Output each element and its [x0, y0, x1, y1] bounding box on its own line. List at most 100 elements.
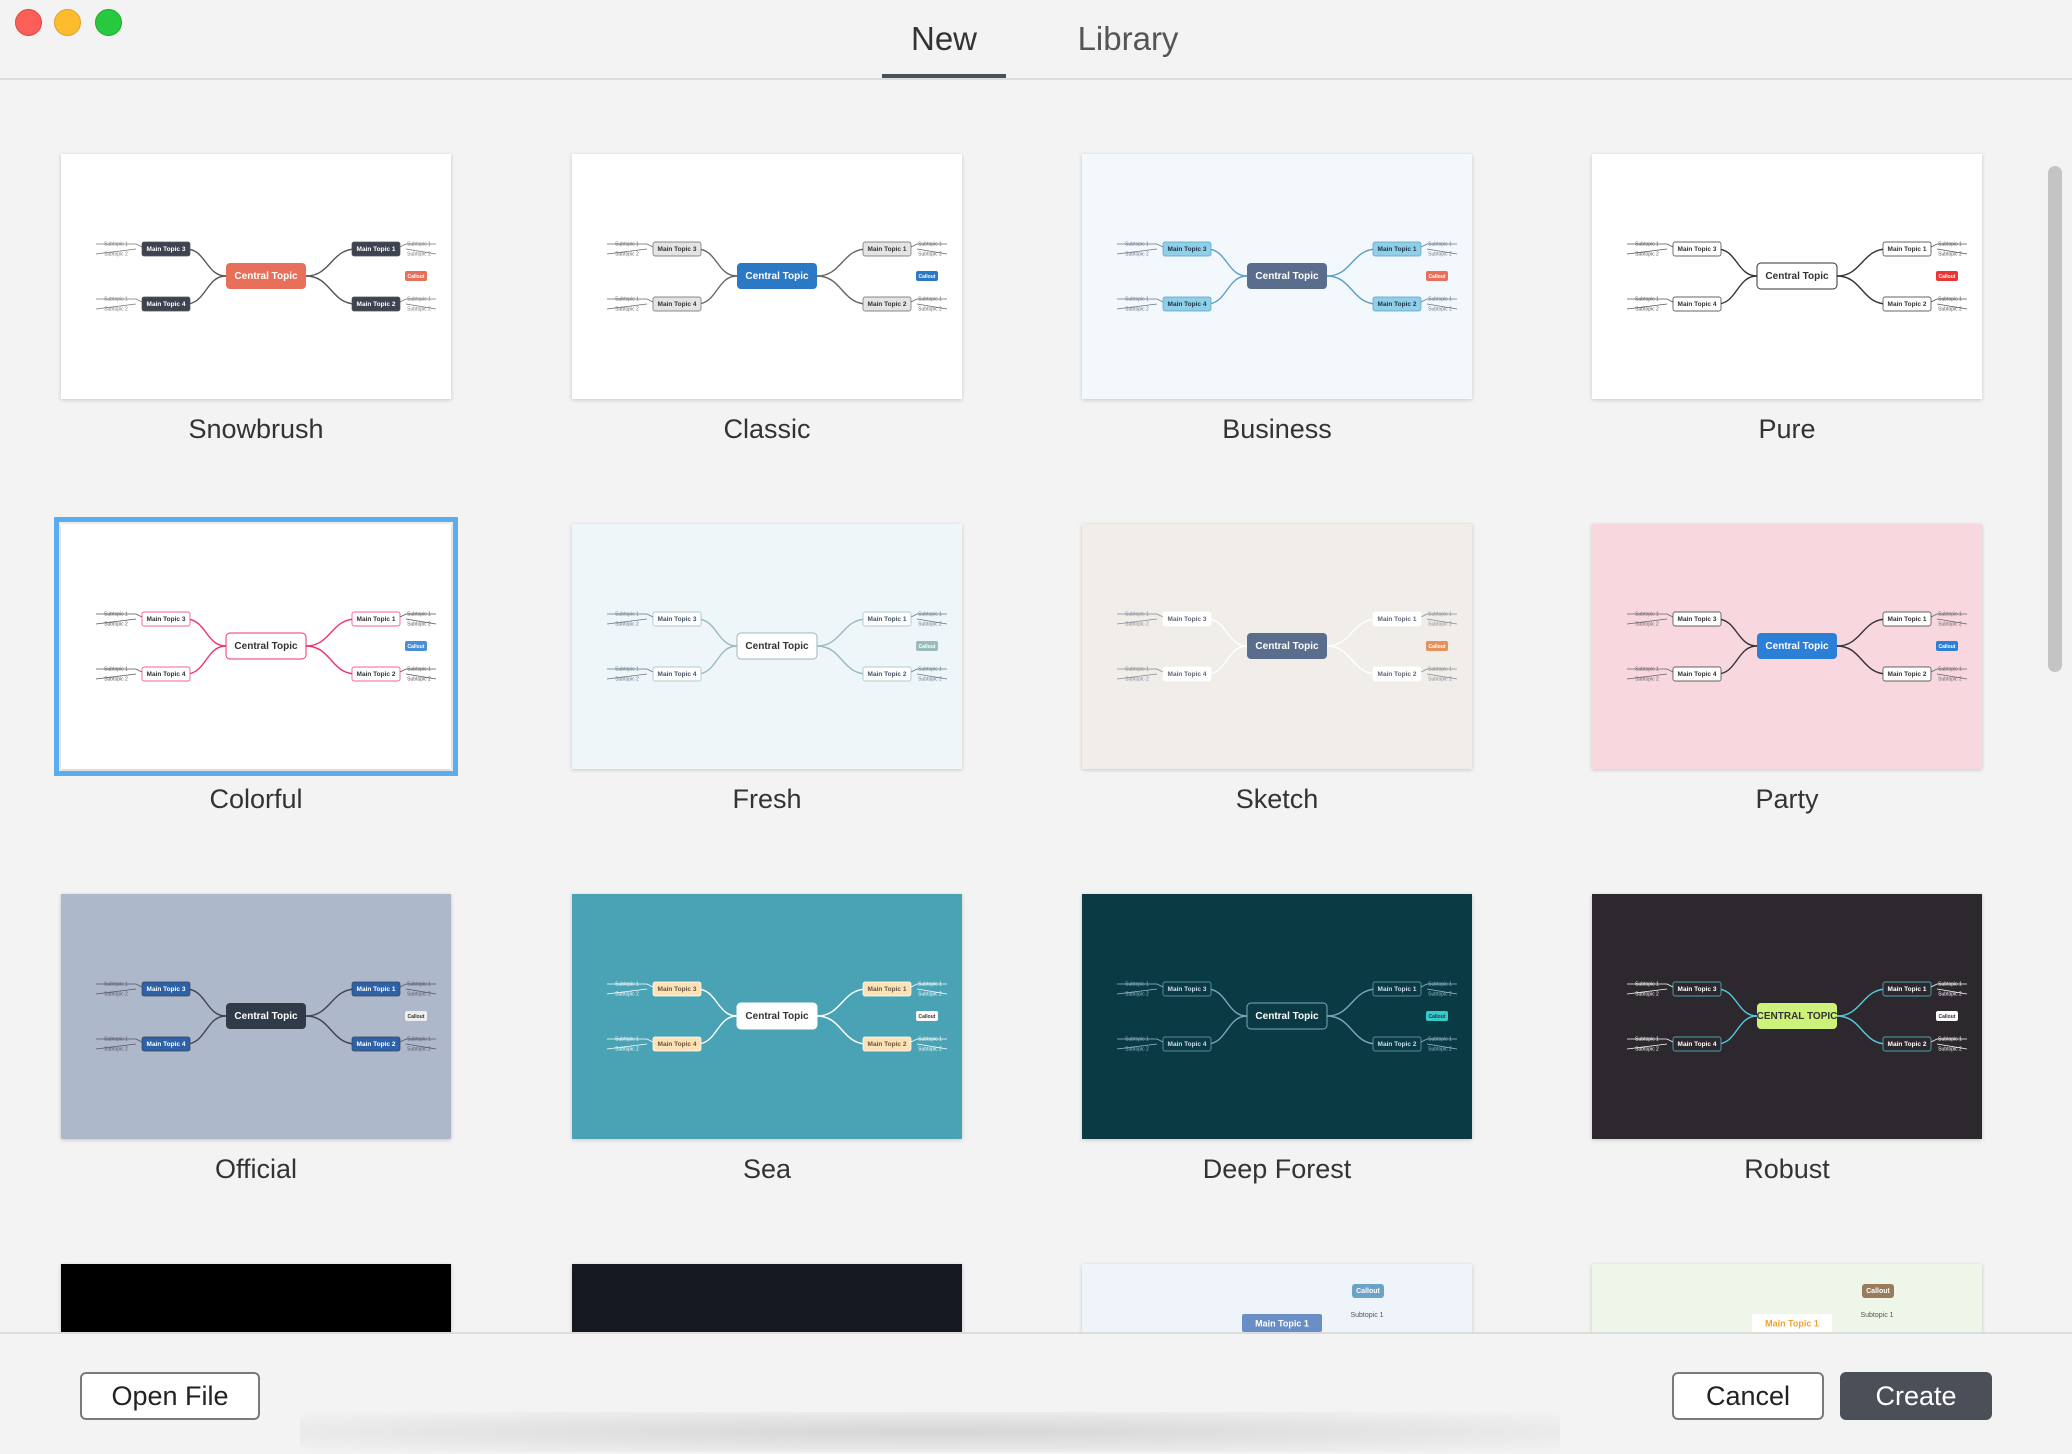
tab-new[interactable]: New — [882, 18, 1006, 78]
template-card-partial[interactable] — [572, 1264, 962, 1332]
callout-label: Callout — [1939, 274, 1956, 280]
main-topic-3: Main Topic 3 — [658, 986, 697, 993]
template-card-robust[interactable]: Main Topic 3 Main Topic 4 Main Topic 1 Main… — [1592, 894, 1982, 1139]
template-card-fresh[interactable]: Main Topic 3 Main Topic 4 Main Topic 1 Main… — [572, 524, 962, 769]
callout-label: Callout — [408, 644, 425, 650]
subtopic-label: Subtopic 2 — [407, 251, 431, 257]
template-card-party[interactable]: Main Topic 3 Main Topic 4 Main Topic 1 Main… — [1592, 524, 1982, 769]
callout-label: Callout — [1429, 274, 1446, 280]
subtopic-label: Subtopic 1 — [1635, 296, 1659, 302]
main-topic-4: Main Topic 4 — [1168, 671, 1207, 678]
main-topic-2: Main Topic 2 — [868, 1041, 907, 1048]
callout-label: Callout — [1429, 1014, 1446, 1020]
template-label-deep-forest: Deep Forest — [1202, 1154, 1352, 1184]
title-bar: New Library — [0, 0, 2072, 80]
subtopic-label: Subtopic 1 — [1635, 1036, 1659, 1042]
subtopic-label: Subtopic 1 — [615, 241, 639, 247]
template-card-snowbrush[interactable]: Main Topic 3 Main Topic 4 Main Topic 1 Main… — [61, 154, 451, 399]
subtopic-label: Subtopic 1 — [918, 241, 942, 247]
template-label-business: Business — [1222, 414, 1332, 444]
main-topic-1: Main Topic 1 — [357, 616, 396, 623]
main-topic-1: Main Topic 1 — [1765, 1318, 1819, 1328]
template-preview: Main Topic 3 Main Topic 4 Main Topic 1 Main… — [572, 154, 962, 399]
subtopic-label: Subtopic 2 — [1428, 306, 1452, 312]
subtopic-label: Subtopic 2 — [104, 251, 128, 257]
subtopic-label: Subtopic 1 — [1125, 296, 1149, 302]
central-topic: Central Topic — [1255, 271, 1319, 282]
template-preview: Main Topic 3 Main Topic 4 Main Topic 1 Main… — [61, 154, 451, 399]
template-card-business[interactable]: Main Topic 3 Main Topic 4 Main Topic 1 Main… — [1082, 154, 1472, 399]
main-topic-1: Main Topic 1 — [1255, 1318, 1309, 1328]
main-topic-3: Main Topic 3 — [147, 986, 186, 993]
central-topic: Central Topic — [1765, 271, 1829, 282]
subtopic-label: Subtopic 1 — [407, 981, 431, 987]
callout-label: Callout — [1939, 1014, 1956, 1020]
template-gallery[interactable]: Main Topic 3 Main Topic 4 Main Topic 1 Main… — [0, 80, 2072, 1332]
main-topic-1: Main Topic 1 — [1378, 986, 1417, 993]
subtopic-label: Subtopic 1 — [104, 666, 128, 672]
callout-label: Callout — [1866, 1288, 1890, 1295]
subtopic-label: Subtopic 2 — [1938, 621, 1962, 627]
subtopic-label: Subtopic 1 — [615, 1036, 639, 1042]
vertical-scrollbar[interactable] — [2048, 166, 2062, 672]
template-preview: Main Topic 3 Main Topic 4 Main Topic 1 Main… — [1592, 154, 1982, 399]
zoom-window-button[interactable] — [95, 9, 122, 36]
main-topic-3: Main Topic 3 — [1678, 246, 1717, 253]
subtopic-label: Subtopic 2 — [1635, 991, 1659, 997]
subtopic-label: Subtopic 1 — [1635, 666, 1659, 672]
template-preview: Main Topic 3 Main Topic 4 Main Topic 1 Main… — [572, 524, 962, 769]
main-topic-1: Main Topic 1 — [868, 616, 907, 623]
subtopic-label: Subtopic 1 — [1938, 296, 1962, 302]
main-topic-4: Main Topic 4 — [147, 301, 186, 308]
subtopic-label: Subtopic 1 — [1860, 1312, 1893, 1319]
subtopic-label: Subtopic 2 — [1125, 1046, 1149, 1052]
subtopic-label: Subtopic 1 — [918, 981, 942, 987]
main-topic-2: Main Topic 2 — [1888, 301, 1927, 308]
subtopic-label: Subtopic 1 — [104, 611, 128, 617]
cancel-button[interactable]: Cancel — [1672, 1372, 1824, 1420]
template-preview: Main Topic 3 Main Topic 4 Main Topic 1 Main… — [1082, 154, 1472, 399]
minimize-window-button[interactable] — [54, 9, 81, 36]
callout-label: Callout — [919, 644, 936, 650]
callout-label: Callout — [919, 1014, 936, 1020]
subtopic-label: Subtopic 2 — [1428, 621, 1452, 627]
main-topic-4: Main Topic 4 — [658, 671, 697, 678]
subtopic-label: Subtopic 2 — [104, 991, 128, 997]
open-file-button[interactable]: Open File — [80, 1372, 260, 1420]
main-topic-1: Main Topic 1 — [357, 246, 396, 253]
template-card-pure[interactable]: Main Topic 3 Main Topic 4 Main Topic 1 Main… — [1592, 154, 1982, 399]
subtopic-label: Subtopic 1 — [918, 666, 942, 672]
subtopic-label: Subtopic 2 — [1428, 991, 1452, 997]
template-card-sea[interactable]: Main Topic 3 Main Topic 4 Main Topic 1 Main… — [572, 894, 962, 1139]
template-card-partial[interactable]: Callout Main Topic 1 Subtopic 1 — [1592, 1264, 1982, 1332]
template-preview: Main Topic 3 Main Topic 4 Main Topic 1 Main… — [1592, 524, 1982, 769]
template-card-sketch[interactable]: Main Topic 3 Main Topic 4 Main Topic 1 Main… — [1082, 524, 1472, 769]
subtopic-label: Subtopic 1 — [1635, 241, 1659, 247]
template-card-classic[interactable]: Main Topic 3 Main Topic 4 Main Topic 1 Main… — [572, 154, 962, 399]
template-card-official[interactable]: Main Topic 3 Main Topic 4 Main Topic 1 Main… — [61, 894, 451, 1139]
tab-library[interactable]: Library — [1068, 18, 1188, 78]
subtopic-label: Subtopic 1 — [1125, 1036, 1149, 1042]
subtopic-label: Subtopic 1 — [407, 241, 431, 247]
subtopic-label: Subtopic 1 — [1428, 296, 1452, 302]
subtopic-label: Subtopic 1 — [918, 296, 942, 302]
template-preview: Main Topic 3 Main Topic 4 Main Topic 1 Main… — [572, 894, 962, 1139]
template-card-partial[interactable] — [61, 1264, 451, 1332]
subtopic-label: Subtopic 2 — [615, 991, 639, 997]
subtopic-label: Subtopic 2 — [407, 621, 431, 627]
close-window-button[interactable] — [15, 9, 42, 36]
template-card-partial[interactable]: Callout Main Topic 1 Subtopic 1 — [1082, 1264, 1472, 1332]
template-label-sketch: Sketch — [1235, 784, 1319, 814]
subtopic-label: Subtopic 2 — [615, 251, 639, 257]
template-card-colorful[interactable]: Main Topic 3 Main Topic 4 Main Topic 1 Main… — [54, 517, 458, 776]
template-card-deep-forest[interactable]: Main Topic 3 Main Topic 4 Main Topic 1 Main… — [1082, 894, 1472, 1139]
main-topic-1: Main Topic 1 — [1378, 616, 1417, 623]
callout-label: Callout — [1356, 1288, 1380, 1295]
subtopic-label: Subtopic 1 — [407, 666, 431, 672]
subtopic-label: Subtopic 1 — [104, 241, 128, 247]
subtopic-label: Subtopic 2 — [1125, 306, 1149, 312]
template-label-sea: Sea — [742, 1154, 792, 1184]
subtopic-label: Subtopic 2 — [407, 676, 431, 682]
subtopic-label: Subtopic 1 — [104, 296, 128, 302]
create-button[interactable]: Create — [1840, 1372, 1992, 1420]
